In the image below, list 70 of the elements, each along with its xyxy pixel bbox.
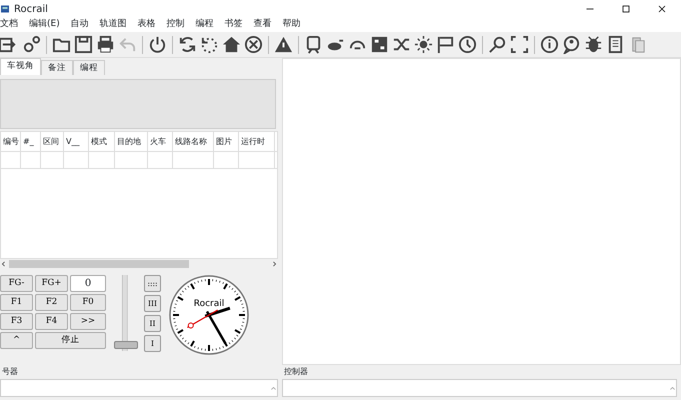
column-header[interactable]: V__ [64,132,89,151]
function-button[interactable]: FG+ [35,275,68,292]
save-icon[interactable] [74,35,93,54]
app-icon [0,3,10,15]
printer-icon[interactable] [96,35,115,54]
expand-icon[interactable] [510,35,529,54]
home-icon[interactable] [222,35,241,54]
panel-title: 控制器 [283,366,309,378]
cancel-icon[interactable] [244,35,263,54]
menu-item[interactable]: 编辑(E) [29,18,60,32]
menu-item[interactable]: 轨道图 [100,18,127,32]
grid-icon[interactable] [370,35,389,54]
dotted-circle-icon[interactable] [200,35,219,54]
menu-item[interactable]: 控制 [166,18,185,32]
log-field[interactable] [0,379,278,397]
function-button[interactable]: ^ [0,332,33,349]
slider-thumb[interactable] [114,341,138,349]
panel-title: 号器 [1,366,19,378]
function-button[interactable]: F2 [35,294,68,311]
scroll-right-icon[interactable] [271,260,278,268]
column-header[interactable]: 区间 [41,132,64,151]
column-header[interactable]: 线路名称 [173,132,214,151]
train-icon[interactable] [304,35,323,54]
log-field[interactable] [282,379,677,397]
menu-item[interactable]: 书签 [224,18,243,32]
info-icon[interactable] [540,35,559,54]
function-button[interactable]: FG- [0,275,33,292]
menu-item[interactable]: 编程 [196,18,214,32]
tab[interactable]: 备注 [41,60,73,75]
horizontal-scrollbar[interactable] [0,259,278,269]
tab[interactable]: 车视角 [0,58,41,75]
column-header[interactable]: 模式 [89,132,115,151]
scroll-up-icon[interactable] [669,384,676,392]
flag-icon[interactable] [436,35,455,54]
lamp-icon[interactable] [414,35,433,54]
scroll-left-icon[interactable] [0,260,7,268]
search-icon[interactable] [488,35,507,54]
clock-icon[interactable] [458,35,477,54]
scroll-up-icon[interactable] [270,384,277,392]
bug-icon[interactable] [584,35,603,54]
power-icon[interactable] [148,35,167,54]
menu-item[interactable]: 查看 [254,18,272,32]
scrollbar-thumb[interactable] [9,260,189,268]
column-header[interactable]: 火车 [148,132,173,151]
menu-item[interactable]: 文档 [0,18,18,32]
function-button[interactable]: 停止 [35,332,106,349]
column-header[interactable]: #_ [21,132,41,151]
menu-item[interactable]: 表格 [138,18,156,32]
function-button[interactable]: >> [70,313,106,330]
menu-item[interactable]: 自动 [70,18,89,32]
column-header[interactable]: 编号 [1,132,21,151]
function-button[interactable]: F1 [0,294,33,311]
maximize-icon[interactable] [621,4,631,14]
close-icon[interactable] [657,4,667,14]
menu-item[interactable]: 帮助 [282,18,301,32]
speed-field[interactable]: 0 [70,275,106,292]
tab[interactable]: 编程 [73,60,105,75]
document-icon[interactable] [606,35,625,54]
sync-icon[interactable] [178,35,197,54]
function-button[interactable]: F0 [70,294,106,311]
window-title: Rocrail [14,2,48,16]
clock-brand: Rocrail [194,299,224,309]
column-header[interactable]: 图片 [214,132,239,151]
gears-icon[interactable] [22,35,41,54]
function-button[interactable]: F4 [35,313,68,330]
warning-icon[interactable] [274,35,293,54]
chat-icon[interactable] [562,35,581,54]
column-header[interactable]: 目的地 [115,132,148,151]
column-header[interactable]: 运行时 [239,132,275,151]
function-button[interactable]: F3 [0,313,33,330]
